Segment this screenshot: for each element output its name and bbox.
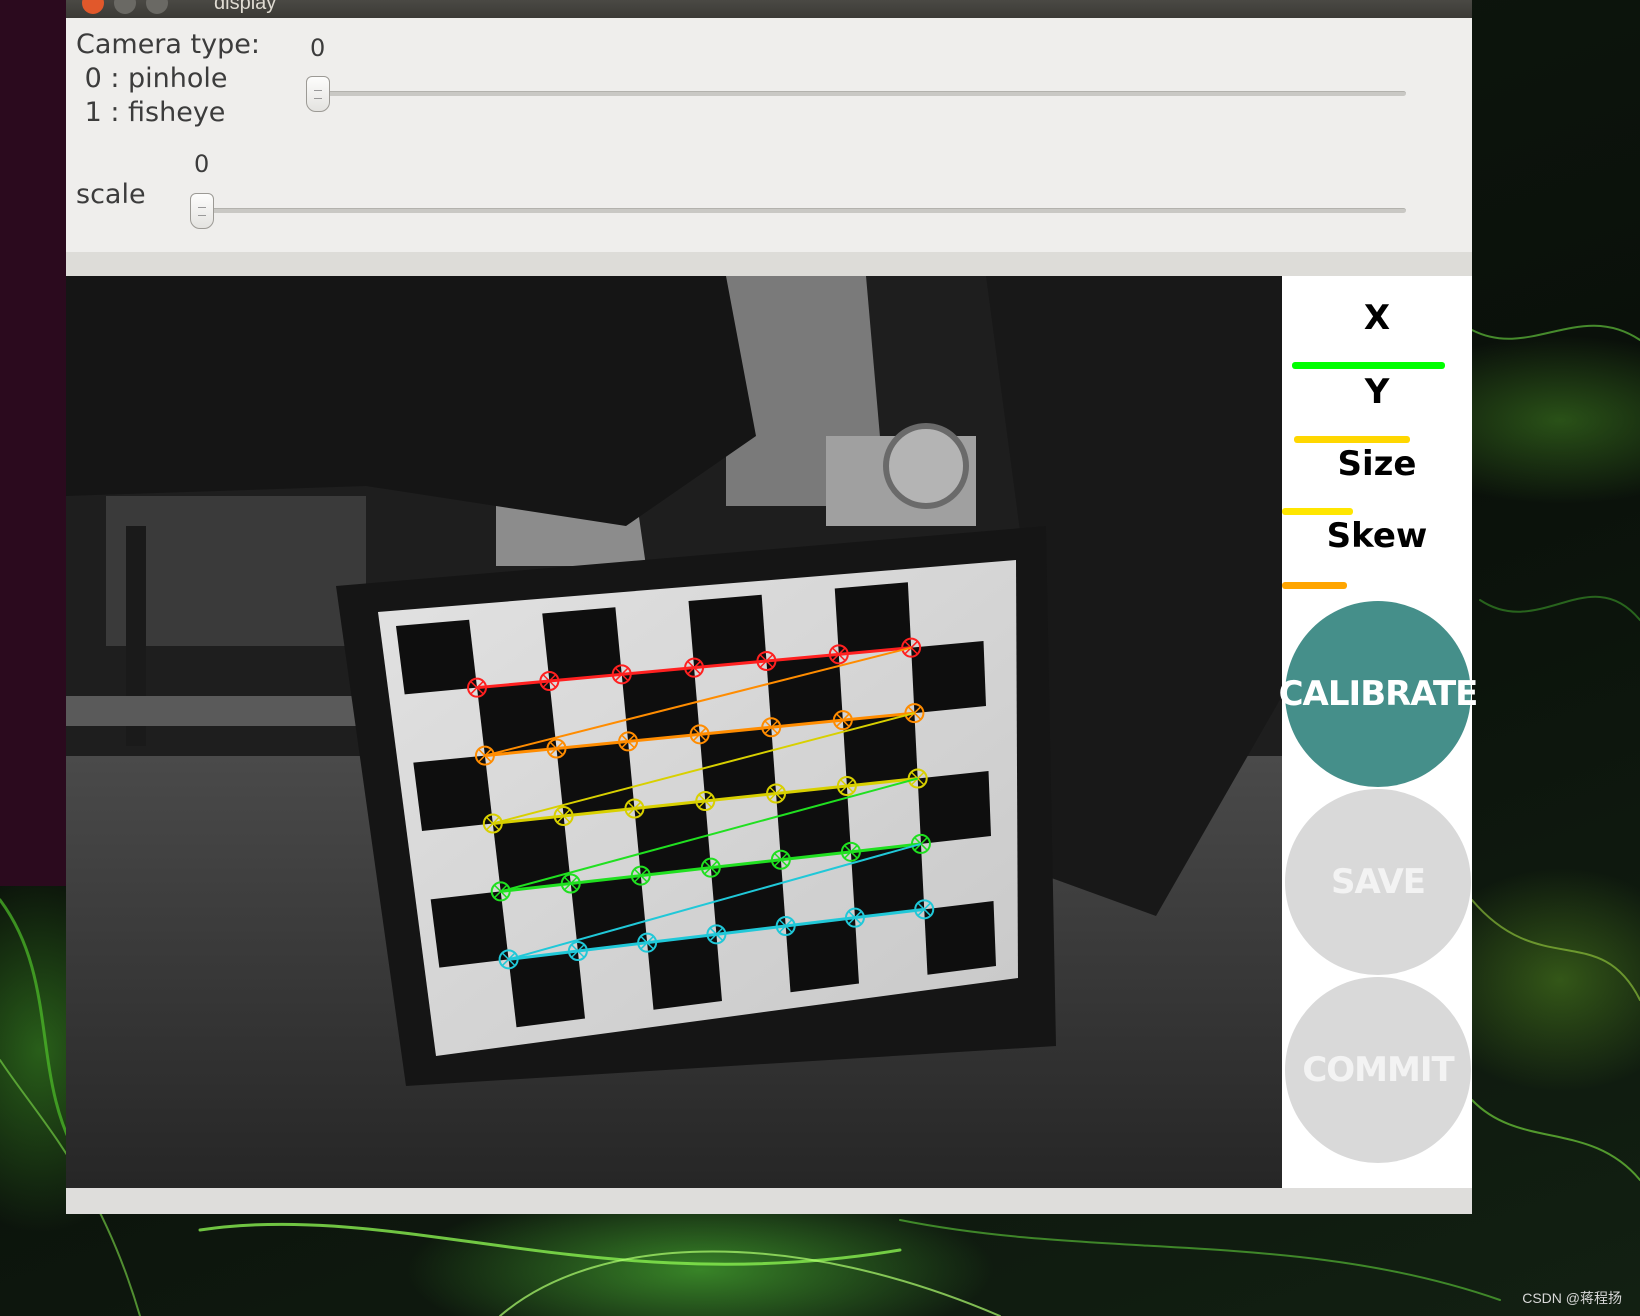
commit-button[interactable]: COMMIT <box>1285 977 1471 1163</box>
metric-skew-label: Skew <box>1326 516 1428 556</box>
checker-square <box>834 582 912 655</box>
launcher-panel <box>0 0 66 886</box>
camera-image <box>66 276 1282 1188</box>
desk-fan <box>883 423 969 509</box>
metric-skew-bar <box>1282 582 1347 589</box>
window-bottom-strip <box>66 1188 1472 1214</box>
camera-type-label: Camera type: 0 : pinhole 1 : fisheye <box>76 29 260 128</box>
scale-slider-thumb[interactable] <box>190 193 214 229</box>
checker-square <box>492 816 571 892</box>
window-title: display <box>214 0 277 14</box>
display-window: display Camera type: 0 : pinhole 1 : fis… <box>66 0 1478 1214</box>
metric-x-label: X <box>1363 298 1391 338</box>
title-bar[interactable]: display <box>66 0 1472 18</box>
checker-square <box>556 741 635 816</box>
checker-square <box>850 843 925 918</box>
metric-y-label: Y <box>1364 372 1390 412</box>
checker-square <box>688 594 767 668</box>
camera-type-value: 0 <box>310 34 326 62</box>
checker-square <box>508 951 585 1028</box>
calibration-sidebar: X Y Size Skew CALIBRATE SAVE COMMIT <box>1279 276 1478 1188</box>
camera-type-slider-thumb[interactable] <box>306 76 330 112</box>
checker-square <box>785 917 859 993</box>
calibrate-button[interactable]: CALIBRATE <box>1279 601 1478 787</box>
checker-square <box>917 771 991 844</box>
trackbar-panel: Camera type: 0 : pinhole 1 : fisheye 0 s… <box>66 18 1472 252</box>
scale-slider-track[interactable] <box>192 208 1406 213</box>
save-button[interactable]: SAVE <box>1285 789 1471 975</box>
camera-feed <box>66 276 1282 1188</box>
checker-square <box>776 786 851 860</box>
metric-y-bar <box>1294 436 1410 443</box>
camera-type-slider-track[interactable] <box>306 91 1406 96</box>
watermark-caption: CSDN @蒋程扬 <box>1522 1290 1622 1306</box>
checker-square <box>710 859 786 935</box>
checker-square <box>647 934 722 1010</box>
scale-label: scale <box>76 179 146 210</box>
maximize-window-button[interactable] <box>146 0 168 14</box>
metric-size-label: Size <box>1337 444 1417 484</box>
checker-square <box>766 654 843 728</box>
checker-square <box>396 619 478 695</box>
checker-square <box>477 681 557 756</box>
checker-square <box>911 641 986 714</box>
checker-square <box>542 607 622 681</box>
checker-square <box>924 901 996 975</box>
minimize-window-button[interactable] <box>114 0 136 14</box>
close-window-button[interactable] <box>82 0 104 14</box>
checker-square <box>842 713 918 786</box>
scale-value: 0 <box>194 150 210 178</box>
checker-square <box>413 755 493 831</box>
checker-square <box>430 891 509 968</box>
metric-size-bar <box>1282 508 1353 515</box>
checker-square <box>699 727 777 801</box>
panel-divider <box>66 252 1472 276</box>
metric-x-bar <box>1292 362 1445 369</box>
